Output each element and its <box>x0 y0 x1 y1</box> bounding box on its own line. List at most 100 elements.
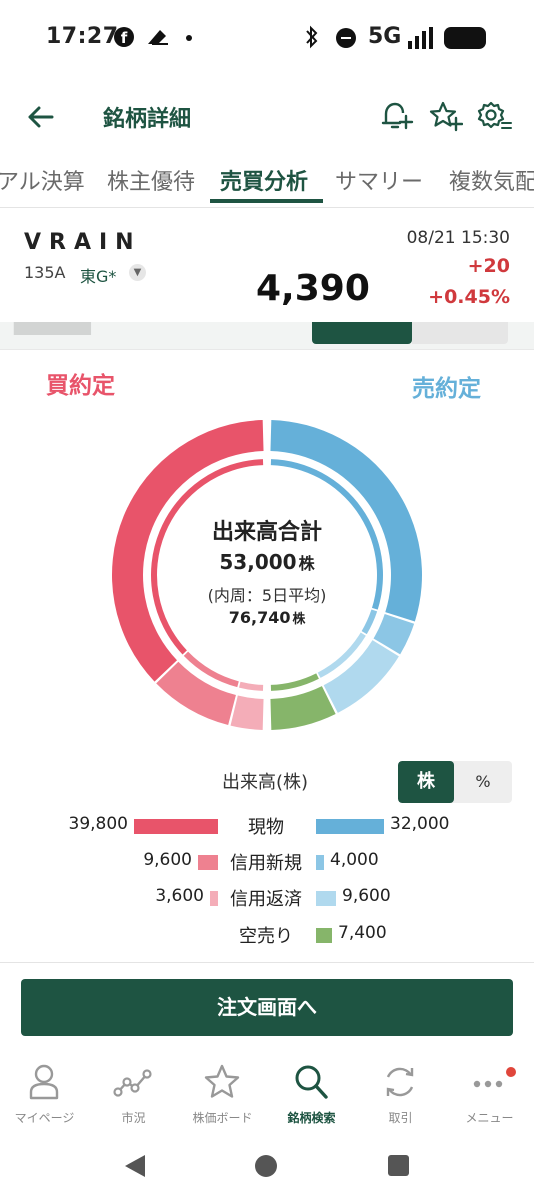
category-name: 信用返済 <box>230 889 302 910</box>
buy-value: 9,600 <box>143 850 192 870</box>
stock-summary: VRAIN 135A 東G* ▼ 4,390 08/21 15:30 +20 +… <box>0 218 534 322</box>
sell-value: 4,000 <box>330 850 379 870</box>
order-screen-button[interactable]: 注文画面へ <box>21 979 513 1036</box>
price-datetime: 08/21 15:30 <box>406 228 510 248</box>
legend-row: 9,600 信用新規 4,000 <box>0 847 534 877</box>
sell-bar <box>316 891 336 906</box>
refresh-icon <box>386 1067 414 1097</box>
notification-badge <box>506 1067 516 1077</box>
add-favorite-star-icon[interactable] <box>427 98 463 134</box>
segment-active[interactable] <box>312 322 412 344</box>
legend-row: 39,800 現物 32,000 <box>0 811 534 841</box>
nav-item-trade[interactable]: 取引 <box>356 1050 445 1140</box>
nav-label: 株価ボード <box>192 1111 253 1125</box>
current-price: 4,390 <box>256 268 370 309</box>
tab-trade-analysis[interactable]: 売買分析 <box>220 164 308 196</box>
add-alert-bell-icon[interactable] <box>378 98 414 134</box>
nav-item-market[interactable]: 市況 <box>89 1050 178 1140</box>
unit-percent-button[interactable]: % <box>454 761 512 803</box>
page-title: 銘柄詳細 <box>103 107 192 132</box>
sell-value: 9,600 <box>342 886 391 906</box>
total-volume-value: 53,000 <box>219 550 297 574</box>
status-time: 17:27 <box>46 24 119 49</box>
nav-item-stock-search[interactable]: 銘柄検索 <box>267 1050 356 1140</box>
network-type: 5G <box>368 24 402 49</box>
buy-value: 39,800 <box>68 814 128 834</box>
nav-label: 市況 <box>121 1111 146 1125</box>
system-back-icon[interactable] <box>124 1154 146 1178</box>
nav-item-menu[interactable]: メニュー <box>445 1050 534 1140</box>
unit-label: 株 <box>292 612 306 627</box>
star-icon <box>204 1064 240 1098</box>
unit-toggle: 株 % <box>398 761 512 803</box>
market-selector[interactable]: 東G* <box>80 263 116 287</box>
settings-gear-icon[interactable] <box>476 98 512 134</box>
more-icon <box>473 1080 503 1088</box>
tab-earnings[interactable]: アル決算 <box>0 164 85 196</box>
nav-label: メニュー <box>465 1111 514 1125</box>
buy-executed-label: 買約定 <box>46 373 115 399</box>
back-arrow-icon[interactable] <box>24 100 58 134</box>
tab-shareholder-benefits[interactable]: 株主優待 <box>107 164 195 196</box>
buy-average-arc <box>183 651 239 688</box>
market-chart-icon <box>113 1069 152 1097</box>
sell-bar <box>316 819 384 834</box>
nav-item-stock-board[interactable]: 株価ボード <box>178 1050 267 1140</box>
total-volume-title: 出来高合計 <box>211 520 322 545</box>
sell-average-arc <box>317 632 366 678</box>
segment-inactive[interactable] <box>412 322 508 344</box>
app-header: 銘柄詳細 <box>0 90 534 144</box>
price-change-percent: +0.45% <box>428 286 510 308</box>
person-icon <box>29 1064 59 1100</box>
active-tab-indicator <box>210 199 323 203</box>
battery-icon <box>444 27 486 49</box>
status-bar: 17:27 f 5G <box>0 0 534 76</box>
buy-volume-arc <box>156 661 236 726</box>
period-filter-row: █████ <box>0 322 534 350</box>
signal-icon <box>408 27 433 49</box>
stock-name: VRAIN <box>24 230 142 255</box>
period-filter-label: █████ <box>14 322 91 335</box>
do-not-disturb-icon <box>336 28 356 48</box>
bottom-navigation: マイページ 市況 株価ボード 銘柄検索 取引 メニュー <box>0 1050 534 1140</box>
app-notification-icon <box>148 30 168 45</box>
tab-bar: アル決算 株主優待 売買分析 サマリー 複数気配 <box>0 156 534 208</box>
average-volume: 76,740 株 <box>0 608 534 627</box>
sell-value: 7,400 <box>338 923 387 943</box>
legend-row: 3,600 信用返済 9,600 <box>0 883 534 913</box>
unit-shares-button[interactable]: 株 <box>398 761 454 803</box>
category-name: 信用新規 <box>230 853 302 874</box>
stock-code: 135A <box>24 263 66 282</box>
sell-volume-arc <box>270 686 336 730</box>
total-volume: 53,000 株 <box>0 550 534 574</box>
facebook-icon: f <box>114 27 134 47</box>
tab-summary[interactable]: サマリー <box>335 164 423 196</box>
sell-bar <box>316 855 324 870</box>
sell-volume-arc <box>323 640 399 713</box>
system-recent-apps-icon[interactable] <box>388 1155 409 1176</box>
system-navigation <box>0 1140 534 1200</box>
buy-volume-arc <box>230 695 264 730</box>
notification-dot-icon <box>186 35 192 41</box>
legend-row: 空売り 7,400 <box>0 920 534 950</box>
average-volume-value: 76,740 <box>228 608 291 627</box>
sell-executed-label: 売約定 <box>412 376 481 402</box>
nav-label: マイページ <box>14 1111 75 1125</box>
buy-average-arc <box>239 681 264 691</box>
search-icon <box>295 1065 328 1099</box>
sell-bar <box>316 928 332 943</box>
system-home-icon[interactable] <box>255 1155 277 1177</box>
divider <box>0 962 534 963</box>
sell-average-arc <box>270 673 319 691</box>
price-change: +20 <box>467 255 510 277</box>
sell-value: 32,000 <box>390 814 450 834</box>
inner-ring-note: (内周：5日平均) <box>207 586 327 605</box>
bluetooth-icon <box>306 25 318 49</box>
nav-label: 銘柄検索 <box>287 1111 336 1125</box>
chevron-down-icon[interactable]: ▼ <box>129 264 146 281</box>
category-name: 現物 <box>248 817 284 838</box>
tab-multi-quotes[interactable]: 複数気配 <box>449 164 534 196</box>
unit-label: 株 <box>298 554 315 573</box>
nav-item-mypage[interactable]: マイページ <box>0 1050 89 1140</box>
legend-title: 出来高(株) <box>222 772 309 793</box>
